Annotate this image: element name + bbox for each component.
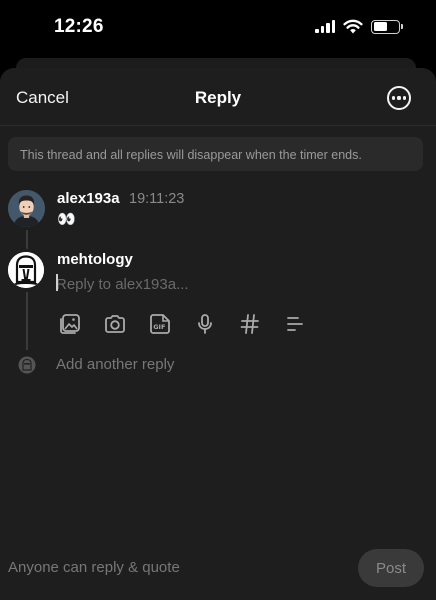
poll-icon[interactable]	[283, 312, 307, 336]
signal-icon	[315, 20, 335, 33]
add-another-reply[interactable]: Add another reply	[56, 356, 174, 373]
mic-icon[interactable]	[193, 312, 217, 336]
avatar-alex193a[interactable]	[8, 190, 45, 227]
gif-icon[interactable]: GIF	[148, 312, 172, 336]
small-avatar-icon	[18, 356, 36, 374]
reply-audience-setting[interactable]: Anyone can reply & quote	[8, 559, 180, 576]
hashtag-icon[interactable]	[238, 312, 262, 336]
post-username[interactable]: alex193a	[57, 190, 120, 207]
sheet-title: Reply	[194, 88, 242, 107]
post-timestamp: 19:11:23	[129, 191, 185, 207]
status-time: 12:26	[54, 16, 104, 37]
avatar-mehtology	[8, 252, 44, 288]
sheet-header: Cancel Reply	[0, 68, 436, 126]
text-caret	[56, 274, 58, 291]
more-options-icon[interactable]	[387, 86, 411, 110]
wifi-icon	[343, 19, 363, 34]
disappearing-notice: This thread and all replies will disappe…	[8, 137, 423, 171]
camera-icon[interactable]	[103, 312, 127, 336]
svg-text:GIF: GIF	[153, 323, 165, 331]
post-content: 👀	[57, 211, 76, 228]
battery-icon	[371, 19, 403, 34]
reply-input[interactable]	[56, 273, 356, 295]
reply-username: mehtology	[57, 251, 133, 268]
thread-line	[26, 230, 28, 249]
status-bar: 12:26	[0, 0, 436, 58]
gallery-icon[interactable]	[58, 312, 82, 336]
thread-line	[26, 292, 28, 350]
reply-sheet: Cancel Reply This thread and all replies…	[0, 68, 436, 600]
post-button[interactable]: Post	[358, 549, 424, 587]
status-icons	[315, 19, 403, 34]
